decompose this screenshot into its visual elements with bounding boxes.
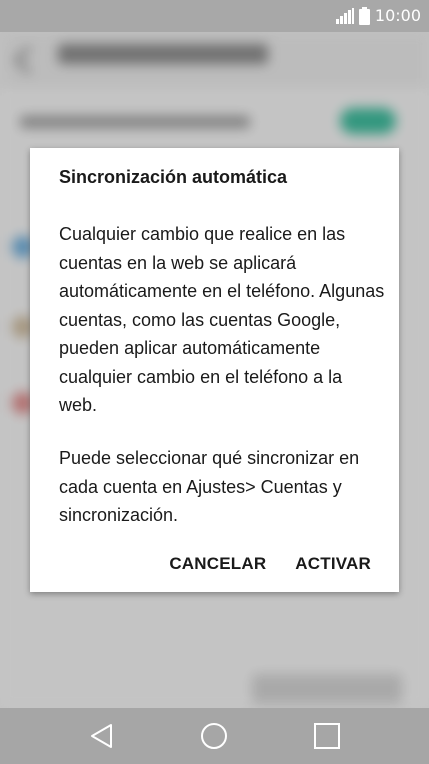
navigation-bar	[0, 708, 429, 764]
back-icon[interactable]	[88, 722, 116, 750]
dialog-message: Cualquier cambio que realice en las cuen…	[59, 224, 385, 415]
auto-sync-dialog: Sincronización automática Cualquier camb…	[30, 148, 399, 592]
dialog-title: Sincronización automática	[59, 167, 288, 187]
status-time: 10:00	[374, 6, 421, 25]
signal-icon	[335, 8, 354, 24]
status-bar: 10:00	[0, 0, 429, 32]
recents-icon[interactable]	[313, 722, 341, 750]
activate-button[interactable]: ACTIVAR	[295, 554, 371, 574]
status-icons: 10:00	[335, 6, 421, 26]
dialog-note: Puede seleccionar qué sincronizar en cad…	[59, 448, 360, 525]
dialog-actions: CANCELAR ACTIVAR	[169, 554, 371, 574]
cancel-button[interactable]: CANCELAR	[169, 554, 266, 574]
battery-icon	[358, 7, 370, 25]
screen: 10:00 Sincronización automática Cualquie…	[0, 0, 429, 764]
home-icon[interactable]	[200, 722, 228, 750]
